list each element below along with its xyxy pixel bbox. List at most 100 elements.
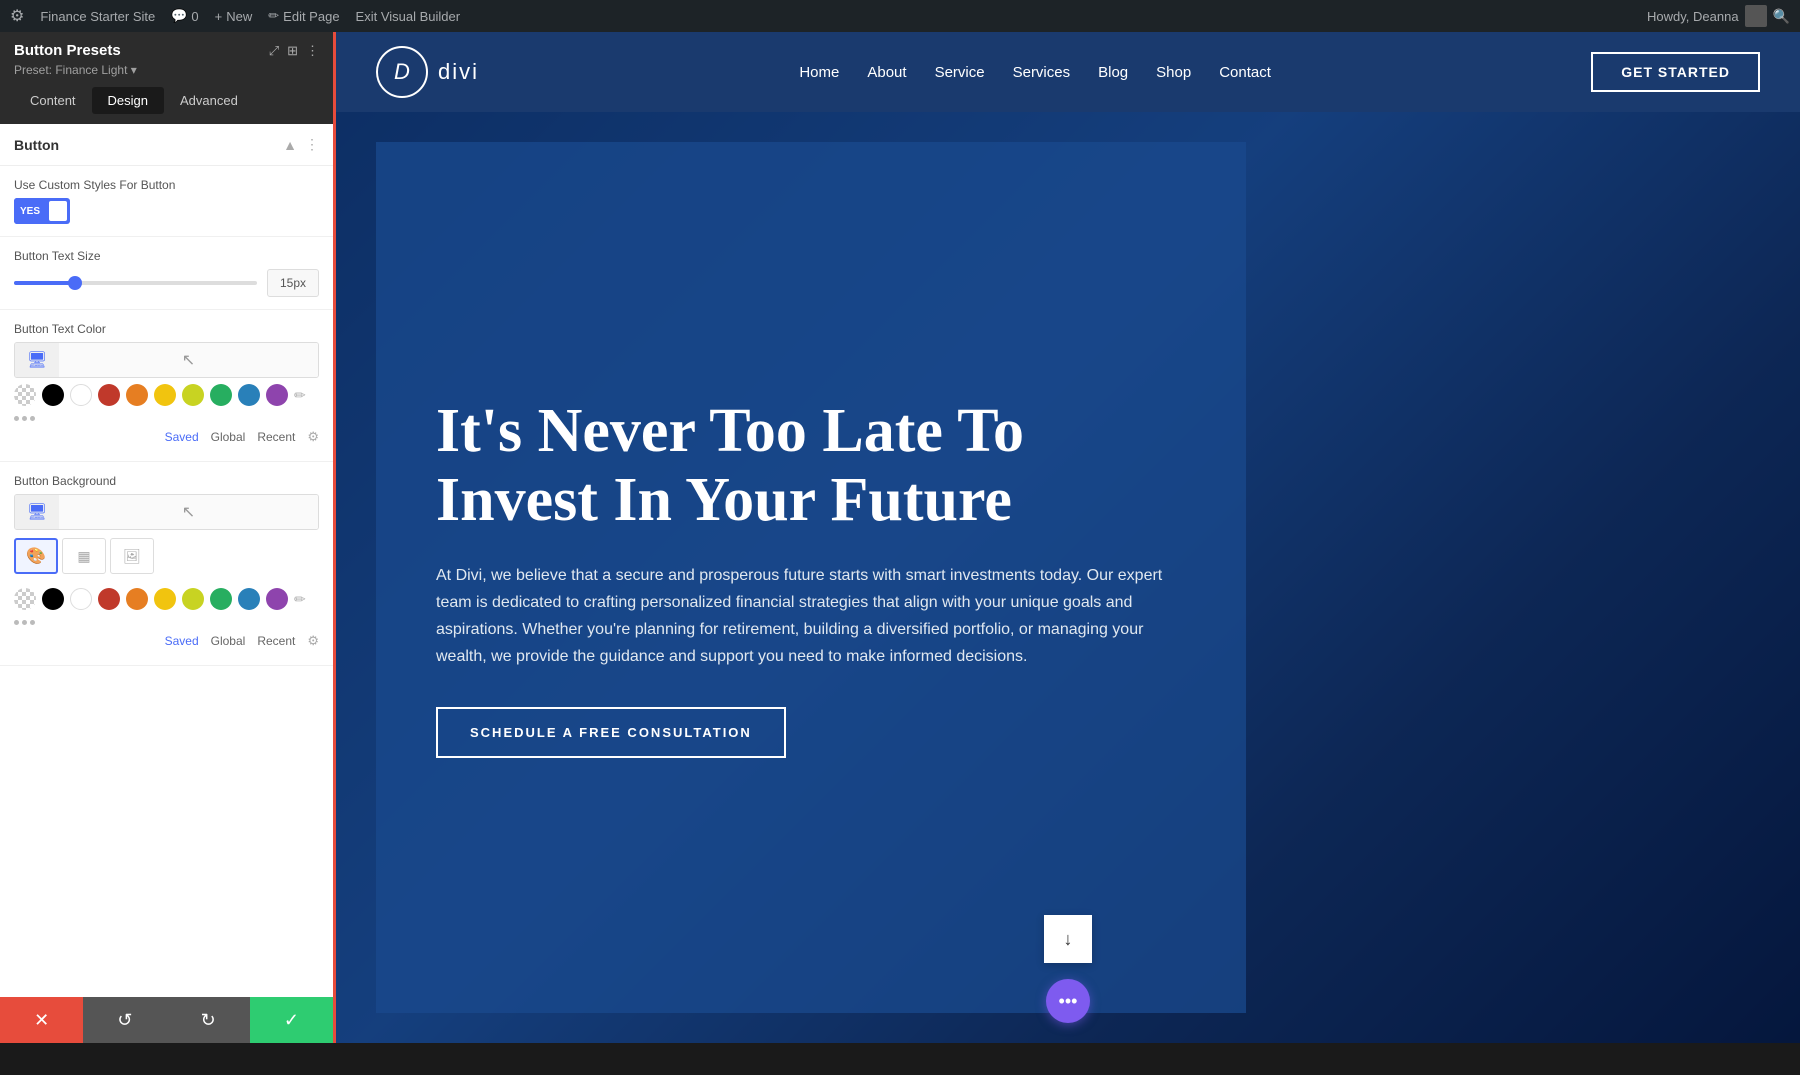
nav-home[interactable]: Home	[799, 64, 839, 81]
nav-services[interactable]: Services	[1013, 64, 1071, 81]
bg-swatch-black[interactable]	[42, 588, 64, 610]
color-swatch-yellow[interactable]	[154, 384, 176, 406]
scroll-down-button[interactable]: ↓	[1044, 915, 1092, 963]
bg-swatch-orange[interactable]	[126, 588, 148, 610]
hero-cta-button[interactable]: SCHEDULE A FREE CONSULTATION	[436, 707, 786, 758]
color-swatch-yellow-green[interactable]	[182, 384, 204, 406]
color-swatch-white[interactable]	[70, 384, 92, 406]
bg-monitor-icon: 🖥	[27, 502, 47, 522]
right-panel: D divi Home About Service Services Blog …	[336, 32, 1800, 1043]
fab-button[interactable]: •••	[1046, 979, 1090, 1023]
admin-search-icon[interactable]: 🔍	[1773, 8, 1790, 25]
pencil-icon[interactable]: ✏	[294, 387, 306, 404]
panel-icon-columns[interactable]: ⊞	[287, 43, 298, 59]
text-size-slider[interactable]	[14, 281, 257, 285]
text-color-palette: ✏	[14, 378, 319, 412]
bg-swatch-yellow-green[interactable]	[182, 588, 204, 610]
color-swatch-blue[interactable]	[238, 384, 260, 406]
bg-settings-icon[interactable]: ⚙	[307, 633, 319, 649]
bg-label: Button Background	[14, 474, 319, 488]
save-button[interactable]: ✓	[250, 997, 333, 1043]
text-color-field[interactable]: 🖥 ↖	[14, 342, 319, 378]
palette-settings-icon[interactable]: ⚙	[307, 429, 319, 445]
color-swatch-purple[interactable]	[266, 384, 288, 406]
palette-tab-global[interactable]: Global	[211, 430, 246, 444]
tab-content[interactable]: Content	[14, 87, 92, 114]
nav-cta-button[interactable]: GET STARTED	[1591, 52, 1760, 92]
bg-swatch-transparent[interactable]	[14, 588, 36, 610]
bg-color-preview: 🖥	[15, 495, 59, 529]
redo-button[interactable]: ↻	[167, 997, 250, 1043]
panel-icon-expand[interactable]: ⤢	[269, 43, 279, 59]
section-icons: ▲ ⋮	[283, 136, 319, 153]
bg-color-hex: ↖	[59, 495, 318, 529]
bg-swatch-yellow[interactable]	[154, 588, 176, 610]
admin-avatar	[1745, 5, 1767, 27]
color-swatch-black[interactable]	[42, 384, 64, 406]
custom-styles-label: Use Custom Styles For Button	[14, 178, 319, 192]
bg-color-palette: ✏	[14, 582, 319, 616]
palette-tab-recent[interactable]: Recent	[257, 430, 295, 444]
section-collapse-icon[interactable]: ▲	[283, 137, 297, 153]
section-header: Button ▲ ⋮	[0, 124, 333, 166]
bg-solid-icon: 🎨	[26, 546, 46, 566]
admin-exit-builder[interactable]: Exit Visual Builder	[356, 9, 461, 24]
palette-tab-saved[interactable]: Saved	[165, 430, 199, 444]
bg-swatch-white[interactable]	[70, 588, 92, 610]
undo-button[interactable]: ↺	[83, 997, 166, 1043]
color-swatch-red[interactable]	[98, 384, 120, 406]
redo-icon: ↻	[201, 1010, 216, 1031]
bg-tab-saved[interactable]: Saved	[165, 634, 199, 648]
panel-title: Button Presets	[14, 42, 121, 59]
color-swatch-green[interactable]	[210, 384, 232, 406]
bg-tab-global[interactable]: Global	[211, 634, 246, 648]
bg-type-gradient[interactable]: ▦	[62, 538, 106, 574]
bg-type-image[interactable]: 🖼	[110, 538, 154, 574]
bg-swatch-red[interactable]	[98, 588, 120, 610]
more-dots[interactable]	[14, 412, 319, 425]
nav-contact[interactable]: Contact	[1219, 64, 1271, 81]
bg-type-row: 🎨 ▦ 🖼	[14, 538, 319, 574]
bg-group: Button Background 🖥 ↖ 🎨 ▦	[0, 462, 333, 666]
bg-pencil-icon[interactable]: ✏	[294, 591, 306, 608]
admin-howdy: Howdy, Deanna 🔍	[1647, 5, 1790, 27]
admin-bar: ⚙ Finance Starter Site 💬 0 + New ✏ Edit …	[0, 0, 1800, 32]
bg-image-icon: 🖼	[123, 548, 141, 565]
wp-logo-icon[interactable]: ⚙	[10, 6, 24, 26]
slider-row: 15px	[14, 269, 319, 297]
bg-swatch-green[interactable]	[210, 588, 232, 610]
tab-advanced[interactable]: Advanced	[164, 87, 254, 114]
custom-styles-toggle[interactable]: YES	[14, 198, 70, 224]
bg-more-dots[interactable]	[14, 616, 319, 629]
bg-swatch-purple[interactable]	[266, 588, 288, 610]
panel-preset[interactable]: Preset: Finance Light ▾	[14, 63, 319, 77]
admin-site-name[interactable]: Finance Starter Site	[40, 9, 155, 24]
admin-comments[interactable]: 💬 0	[171, 8, 198, 24]
text-size-value[interactable]: 15px	[267, 269, 319, 297]
admin-new[interactable]: + New	[215, 9, 253, 24]
nav-blog[interactable]: Blog	[1098, 64, 1128, 81]
section-more-icon[interactable]: ⋮	[305, 136, 319, 153]
admin-edit-page[interactable]: ✏ Edit Page	[268, 8, 339, 24]
panel-icon-more[interactable]: ⋮	[306, 43, 319, 59]
nav-about[interactable]: About	[867, 64, 906, 81]
nav-shop[interactable]: Shop	[1156, 64, 1191, 81]
slider-thumb[interactable]	[68, 276, 82, 290]
main-container: Button Presets ⤢ ⊞ ⋮ Preset: Finance Lig…	[0, 32, 1800, 1043]
toggle-box	[49, 201, 67, 221]
nav-service[interactable]: Service	[935, 64, 985, 81]
nav-links: Home About Service Services Blog Shop Co…	[799, 64, 1271, 81]
bg-type-solid[interactable]: 🎨	[14, 538, 58, 574]
bg-cursor-icon: ↖	[182, 502, 195, 522]
close-button[interactable]: ✕	[0, 997, 83, 1043]
color-swatch-transparent[interactable]	[14, 384, 36, 406]
bg-swatch-blue[interactable]	[238, 588, 260, 610]
bg-tab-recent[interactable]: Recent	[257, 634, 295, 648]
site-logo: D divi	[376, 46, 479, 98]
panel-title-icons: ⤢ ⊞ ⋮	[269, 43, 319, 59]
text-color-hex: ↖	[59, 343, 318, 377]
color-swatch-orange[interactable]	[126, 384, 148, 406]
tab-design[interactable]: Design	[92, 87, 164, 114]
bg-color-field[interactable]: 🖥 ↖	[14, 494, 319, 530]
undo-icon: ↺	[117, 1010, 132, 1031]
